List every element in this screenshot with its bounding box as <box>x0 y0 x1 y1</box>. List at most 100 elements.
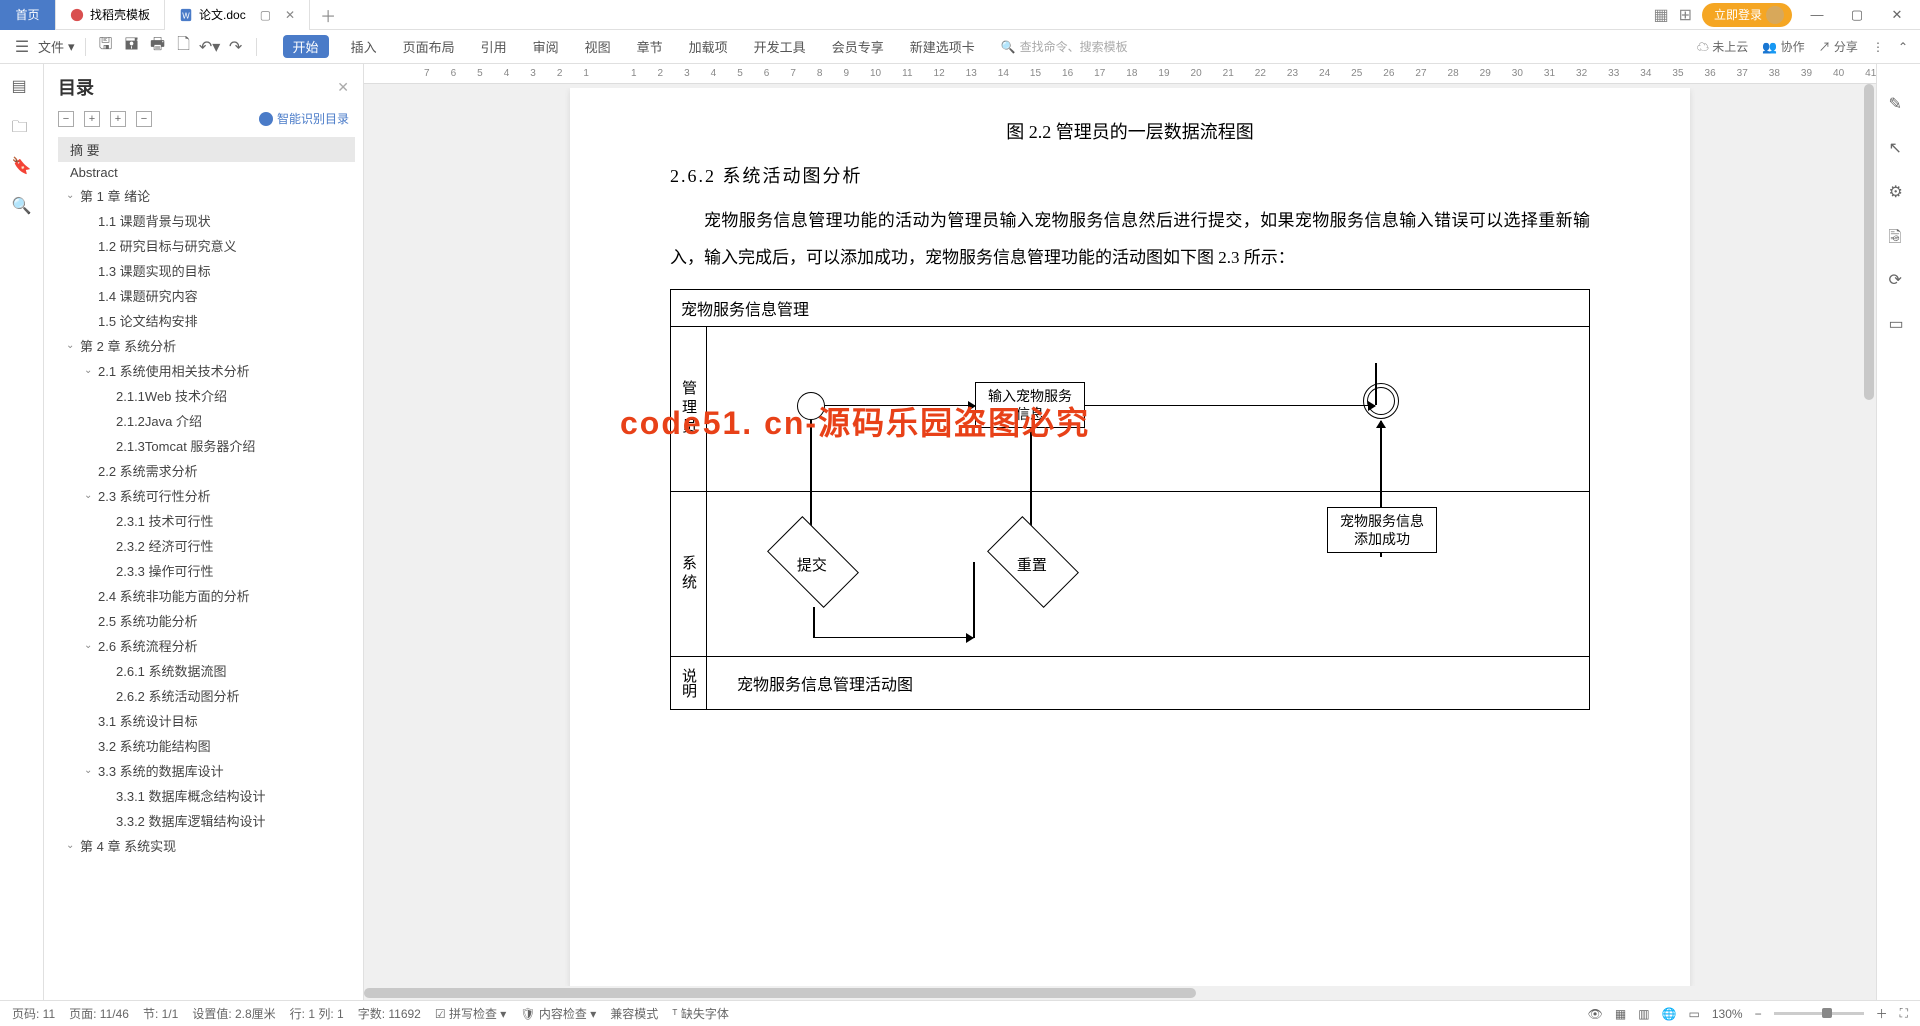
redo-icon[interactable]: ↷ <box>226 37 246 57</box>
document-page[interactable]: 图 2.2 管理员的一层数据流程图 2.6.2 系统活动图分析 宠物服务信息管理… <box>570 88 1690 988</box>
ribbon-tab-chapter[interactable]: 章节 <box>633 35 667 58</box>
toc-item[interactable]: 2.6.2 系统活动图分析 <box>58 683 355 708</box>
view-print-icon[interactable]: ▦ <box>1615 1007 1626 1021</box>
maximize-button[interactable]: ▢ <box>1842 7 1872 23</box>
tab-popout-icon[interactable]: ▢ <box>260 8 271 22</box>
toc-expand-icon[interactable]: + <box>84 111 100 127</box>
toc-item[interactable]: 3.3.2 数据库逻辑结构设计 <box>58 808 355 833</box>
status-page[interactable]: 页面: 11/46 <box>69 1005 129 1022</box>
toc-item[interactable]: ⌄第 4 章 系统实现 <box>58 833 355 858</box>
status-rowcol[interactable]: 行: 1 列: 1 <box>290 1005 344 1022</box>
toc-item[interactable]: 1.5 论文结构安排 <box>58 308 355 333</box>
toc-item[interactable]: ⌄2.3 系统可行性分析 <box>58 483 355 508</box>
command-search[interactable]: 🔍 查找命令、搜索模板 <box>1001 38 1128 55</box>
tab-document[interactable]: W 论文.doc ▢ ✕ <box>165 0 310 30</box>
zoom-slider[interactable] <box>1774 1012 1864 1015</box>
ribbon-tab-insert[interactable]: 插入 <box>347 35 381 58</box>
toc-item[interactable]: 2.3.1 技术可行性 <box>58 508 355 533</box>
zoom-in-button[interactable]: ＋ <box>1876 1005 1888 1022</box>
settings-icon[interactable]: ⚙ <box>1889 182 1909 202</box>
undo-icon[interactable]: ↶▾ <box>200 37 220 57</box>
save-as-icon[interactable]: 🖬 <box>122 37 142 57</box>
toc-item[interactable]: 2.6.1 系统数据流图 <box>58 658 355 683</box>
toc-item[interactable]: 2.1.1Web 技术介绍 <box>58 383 355 408</box>
vertical-scrollbar[interactable] <box>1862 84 1876 986</box>
ribbon-tab-start[interactable]: 开始 <box>283 35 329 58</box>
ribbon-tab-addons[interactable]: 加载项 <box>685 35 732 58</box>
toc-promote-icon[interactable]: + <box>110 111 126 127</box>
more-icon[interactable]: ⋮ <box>1872 40 1884 54</box>
ribbon-tab-references[interactable]: 引用 <box>477 35 511 58</box>
minimize-button[interactable]: — <box>1802 7 1832 22</box>
toc-demote-icon[interactable]: − <box>136 111 152 127</box>
collapse-ribbon-icon[interactable]: ⌃ <box>1898 40 1908 54</box>
ribbon-tab-devtools[interactable]: 开发工具 <box>750 35 810 58</box>
ribbon-tab-member[interactable]: 会员专享 <box>828 35 888 58</box>
cloud-status[interactable]: ☁ 未上云 <box>1697 38 1748 55</box>
layout-icon[interactable]: ▦ <box>1653 5 1668 25</box>
toc-item[interactable]: Abstract <box>58 162 355 183</box>
status-words[interactable]: 字数: 11692 <box>358 1005 421 1022</box>
translate-icon[interactable]: 🗟 <box>1889 226 1909 246</box>
toc-item[interactable]: 3.2 系统功能结构图 <box>58 733 355 758</box>
apps-icon[interactable]: ⊞ <box>1679 5 1692 25</box>
scrollbar-thumb[interactable] <box>1864 84 1874 400</box>
edit-icon[interactable]: ✎ <box>1889 94 1909 114</box>
toc-item[interactable]: 2.5 系统功能分析 <box>58 608 355 633</box>
bookmark-icon[interactable]: 🔖 <box>12 156 32 176</box>
toc-item[interactable]: 2.3.2 经济可行性 <box>58 533 355 558</box>
toc-collapse-icon[interactable]: − <box>58 111 74 127</box>
cloud-sync-icon[interactable]: ⟳ <box>1889 270 1909 290</box>
ribbon-tab-review[interactable]: 审阅 <box>529 35 563 58</box>
toc-item[interactable]: 2.3.3 操作可行性 <box>58 558 355 583</box>
tab-close-icon[interactable]: ✕ <box>285 8 295 22</box>
ribbon-tab-newtab[interactable]: 新建选项卡 <box>906 35 979 58</box>
outline-icon[interactable]: ▤ <box>12 76 32 96</box>
search-rail-icon[interactable]: 🔍 <box>12 196 32 216</box>
tab-add-button[interactable]: ＋ <box>310 3 346 27</box>
toc-item[interactable]: 3.3.1 数据库概念结构设计 <box>58 783 355 808</box>
toc-item[interactable]: 摘 要 <box>58 137 355 162</box>
collab-button[interactable]: 👥 协作 <box>1762 38 1804 55</box>
toc-close-icon[interactable]: ✕ <box>337 79 349 96</box>
fullscreen-icon[interactable]: ⛶ <box>1900 1006 1908 1021</box>
share-button[interactable]: ↗ 分享 <box>1819 38 1858 55</box>
toc-item[interactable]: ⌄第 2 章 系统分析 <box>58 333 355 358</box>
toc-item[interactable]: 2.1.3Tomcat 服务器介绍 <box>58 433 355 458</box>
toc-item[interactable]: 2.2 系统需求分析 <box>58 458 355 483</box>
save-icon[interactable]: 🖫 <box>96 37 116 57</box>
toc-item[interactable]: ⌄2.6 系统流程分析 <box>58 633 355 658</box>
toc-smart-button[interactable]: 智能识别目录 <box>259 110 349 127</box>
status-spellcheck[interactable]: ☑ 拼写检查 ▾ <box>435 1005 506 1022</box>
status-content-check[interactable]: 🛡 内容检查 ▾ <box>520 1005 596 1022</box>
print-preview-icon[interactable]: 🗋 <box>174 37 194 57</box>
toc-item[interactable]: 1.1 课题背景与现状 <box>58 208 355 233</box>
close-button[interactable]: ✕ <box>1882 7 1912 23</box>
status-setting[interactable]: 设置值: 2.8厘米 <box>192 1005 275 1022</box>
page-viewport[interactable]: 图 2.2 管理员的一层数据流程图 2.6.2 系统活动图分析 宠物服务信息管理… <box>404 88 1856 1000</box>
status-missing-font[interactable]: ᵀ 缺失字体 <box>672 1005 729 1022</box>
zoom-out-button[interactable]: − <box>1755 1007 1762 1021</box>
ribbon-tab-layout[interactable]: 页面布局 <box>399 35 459 58</box>
view-outline-icon[interactable]: 🌐 <box>1662 1007 1677 1021</box>
status-compat[interactable]: 兼容模式 <box>610 1005 658 1022</box>
status-section[interactable]: 节: 1/1 <box>143 1005 178 1022</box>
ribbon-tab-view[interactable]: 视图 <box>581 35 615 58</box>
horizontal-ruler[interactable]: 7654321123456789101112131415161718192021… <box>364 64 1876 84</box>
eye-icon[interactable]: 👁 <box>1588 1007 1603 1021</box>
toc-item[interactable]: 1.3 课题实现的目标 <box>58 258 355 283</box>
select-icon[interactable]: ↖ <box>1889 138 1909 158</box>
toc-item[interactable]: 1.2 研究目标与研究意义 <box>58 233 355 258</box>
menu-icon[interactable]: ☰ <box>12 37 32 57</box>
tab-home[interactable]: 首页 <box>0 0 56 30</box>
status-page-num[interactable]: 页码: 11 <box>12 1005 55 1022</box>
toc-item[interactable]: 1.4 课题研究内容 <box>58 283 355 308</box>
view-read-icon[interactable]: ▭ <box>1689 1007 1700 1021</box>
toc-list[interactable]: 摘 要Abstract⌄第 1 章 绪论1.1 课题背景与现状1.2 研究目标与… <box>44 135 363 1000</box>
toc-item[interactable]: 2.4 系统非功能方面的分析 <box>58 583 355 608</box>
reading-icon[interactable]: ▭ <box>1889 314 1909 334</box>
toc-item[interactable]: ⌄3.3 系统的数据库设计 <box>58 758 355 783</box>
tab-templates[interactable]: 找稻壳模板 <box>56 0 165 30</box>
print-icon[interactable]: 🖶 <box>148 37 168 57</box>
toc-item[interactable]: 3.1 系统设计目标 <box>58 708 355 733</box>
